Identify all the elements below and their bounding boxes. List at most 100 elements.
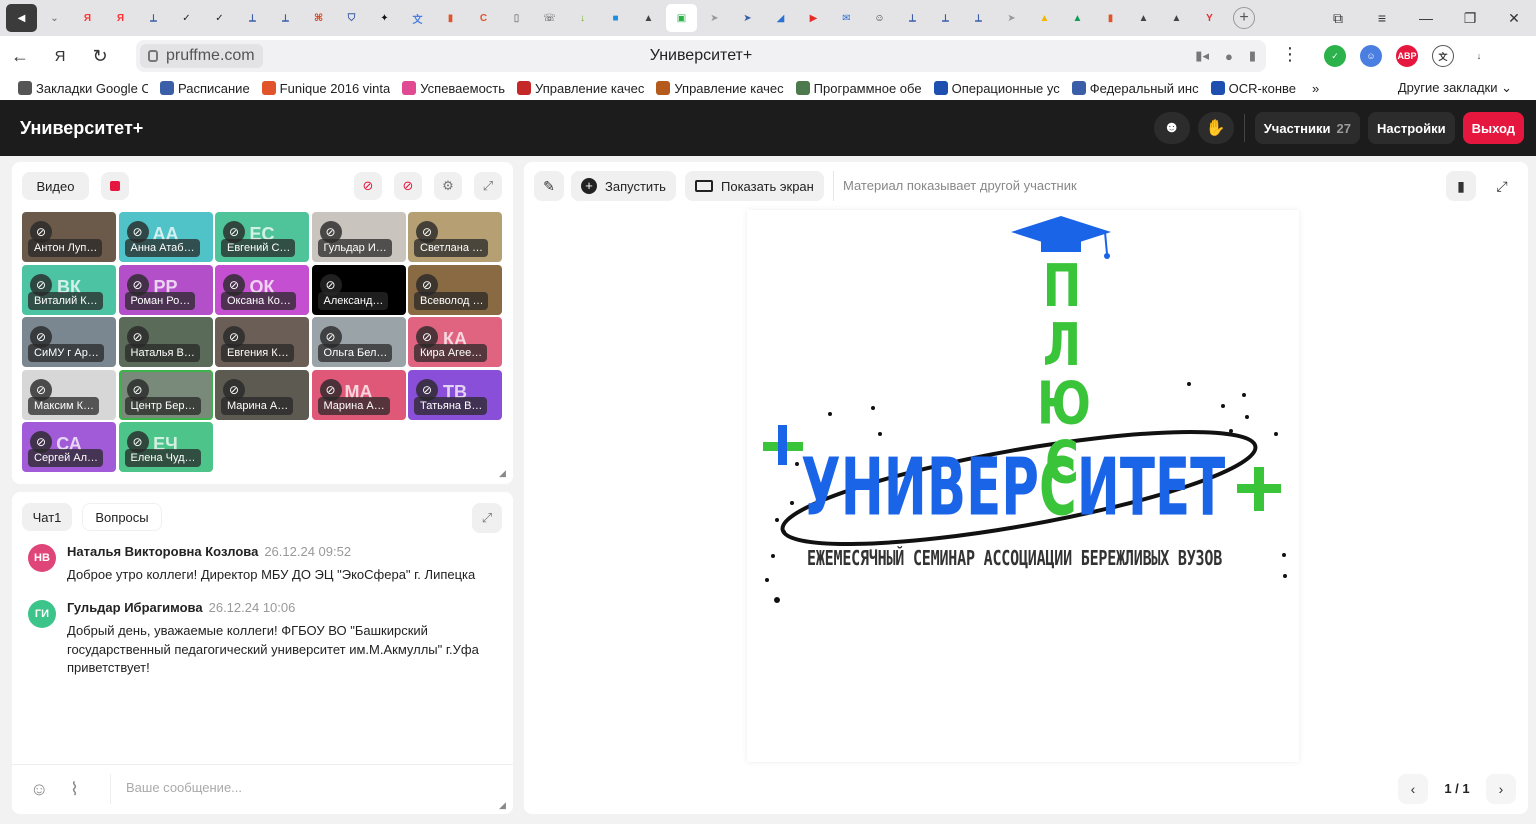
browser-tab[interactable]: ⟂ xyxy=(237,4,268,32)
camera-off-button[interactable]: ⊘ xyxy=(354,172,382,200)
browser-tab[interactable]: C xyxy=(468,4,499,32)
translate-extension-icon[interactable]: 文 xyxy=(1432,45,1454,67)
browser-tab[interactable]: ☏ xyxy=(534,4,565,32)
mic-off-button[interactable]: ⊘ xyxy=(394,172,422,200)
adblock-extension-icon[interactable]: ABP xyxy=(1396,45,1418,67)
bookmark-item[interactable]: Успеваемость xyxy=(402,81,505,96)
browser-tab[interactable]: ▲ xyxy=(1161,4,1192,32)
browser-tab[interactable]: ↓ xyxy=(567,4,598,32)
bookmark-item[interactable]: Операционные ус xyxy=(933,81,1060,96)
bookmark-slide-button[interactable]: ▮ xyxy=(1446,171,1476,201)
browser-tab[interactable]: ▶ xyxy=(798,4,829,32)
other-bookmarks[interactable]: Другие закладки ⌄ xyxy=(1398,76,1512,100)
participant-tile[interactable]: ТВ ⊘ Татьяна В… xyxy=(408,369,502,420)
browser-tab[interactable]: ⛉ xyxy=(336,4,367,32)
participant-tile[interactable]: ⊘ Марина А… xyxy=(215,369,309,420)
emoji-reaction-button[interactable]: ☻ xyxy=(1153,112,1190,144)
expand-video-button[interactable]: ⤢ xyxy=(474,172,502,200)
resize-handle[interactable]: ◢ xyxy=(499,468,506,479)
browser-tab[interactable]: ⌄ xyxy=(39,4,70,32)
robot-extension-icon[interactable]: ☺ xyxy=(1360,45,1382,67)
next-page-button[interactable]: › xyxy=(1486,774,1516,804)
browser-tab[interactable]: ⟂ xyxy=(270,4,301,32)
browser-tab[interactable]: ▲ xyxy=(1128,4,1159,32)
restore-icon[interactable]: ❐ xyxy=(1448,10,1492,27)
participant-tile[interactable]: ОК ⊘ Оксана Ко… xyxy=(215,264,309,315)
participant-tile[interactable]: ЕЧ ⊘ Елена Чуд… xyxy=(118,422,213,472)
bookmark-item[interactable]: Программное обе xyxy=(795,81,922,96)
participant-tile[interactable]: ⊘ Наталья В… xyxy=(118,317,213,367)
bookmark-item[interactable]: OCR-конве xyxy=(1210,81,1296,96)
participants-button[interactable]: Участники 27 xyxy=(1254,112,1360,144)
browser-tab[interactable]: ⟂ xyxy=(930,4,961,32)
participant-tile[interactable]: ЕС ⊘ Евгений С… xyxy=(215,212,309,262)
participant-tile[interactable]: ⊘ Светлана … xyxy=(408,212,502,262)
fullscreen-button[interactable]: ⤢ xyxy=(1487,171,1517,201)
browser-tab[interactable]: ✓ xyxy=(171,4,202,32)
browser-tab[interactable]: Y xyxy=(1194,4,1225,32)
bookmark-item[interactable]: Управление качес xyxy=(517,81,644,96)
download-icon[interactable]: ↓ xyxy=(1468,45,1490,67)
browser-tab[interactable]: ⟂ xyxy=(897,4,928,32)
video-settings-button[interactable]: ⚙ xyxy=(434,172,462,200)
participant-tile[interactable]: ⊘ Всеволод … xyxy=(408,264,502,315)
bookmark-item[interactable]: Федеральный инс xyxy=(1071,81,1199,96)
attach-icon[interactable]: ⌇ xyxy=(70,779,79,800)
participant-tile[interactable]: ⊘ Александ… xyxy=(311,264,406,315)
yandex-home-icon[interactable]: Я xyxy=(40,48,80,65)
browser-tab[interactable]: ✦ xyxy=(369,4,400,32)
browser-tab[interactable]: ✉ xyxy=(831,4,862,32)
tab-chat[interactable]: Чат1 xyxy=(22,503,72,531)
bookmark-item[interactable]: Управление качес xyxy=(656,81,784,96)
raise-hand-button[interactable]: ✋ xyxy=(1197,112,1234,144)
minimize-icon[interactable]: — xyxy=(1404,10,1448,26)
browser-tab[interactable]: ▲ xyxy=(1062,4,1093,32)
browser-tab[interactable]: ▣ xyxy=(666,4,697,32)
browser-tab[interactable]: ➤ xyxy=(732,4,763,32)
browser-tab[interactable]: ▮ xyxy=(1095,4,1126,32)
reload-icon[interactable]: ↻ xyxy=(80,46,120,67)
tab-questions[interactable]: Вопросы xyxy=(82,503,162,531)
browser-tab[interactable]: Я xyxy=(105,4,136,32)
browser-tab[interactable]: ➤ xyxy=(996,4,1027,32)
browser-tab[interactable]: ⟂ xyxy=(963,4,994,32)
emoji-icon[interactable]: ☺ xyxy=(30,779,48,800)
bookmarks-more[interactable]: » xyxy=(1312,81,1319,96)
participant-tile[interactable]: ⊘ Евгения К… xyxy=(215,317,309,367)
bookmark-item[interactable]: Расписание xyxy=(160,81,250,96)
resize-handle[interactable]: ◢ xyxy=(499,800,506,811)
participant-tile[interactable]: СА ⊘ Сергей Ал… xyxy=(22,422,116,472)
participant-tile[interactable]: КА ⊘ Кира Агее… xyxy=(408,317,502,367)
browser-tab[interactable]: ◢ xyxy=(765,4,796,32)
browser-tab[interactable]: ▮ xyxy=(435,4,466,32)
browser-tab[interactable]: ⌘ xyxy=(303,4,334,32)
browser-tab[interactable]: ✓ xyxy=(204,4,235,32)
microphone-icon[interactable]: ● xyxy=(1225,49,1233,64)
participant-tile[interactable]: ⊘ СиМУ г Ар… xyxy=(22,317,116,367)
more-icon[interactable]: ⋮ xyxy=(1270,44,1310,65)
share-screen-button[interactable]: Показать экран xyxy=(685,171,824,201)
brush-button[interactable]: ✎ xyxy=(534,171,564,201)
new-tab-icon[interactable]: + xyxy=(1233,7,1255,29)
exit-button[interactable]: Выход xyxy=(1462,112,1524,144)
menu-icon[interactable]: ≡ xyxy=(1360,10,1404,26)
close-icon[interactable]: ✕ xyxy=(1492,10,1536,27)
browser-tab[interactable]: ▲ xyxy=(633,4,664,32)
chat-input[interactable]: Ваше сообщение... xyxy=(126,780,242,795)
camera-icon[interactable]: ▮◂ xyxy=(1195,48,1209,64)
browser-tab[interactable]: Я xyxy=(72,4,103,32)
participant-tile[interactable]: ВК ⊘ Виталий К… xyxy=(22,264,116,315)
browser-tab[interactable]: ▯ xyxy=(501,4,532,32)
participant-tile[interactable]: ⊘ Центр Бер… xyxy=(118,369,213,420)
participant-tile[interactable]: РР ⊘ Роман Ро… xyxy=(118,264,213,315)
browser-tab[interactable]: ☺ xyxy=(864,4,895,32)
bookmark-icon[interactable]: ▮ xyxy=(1249,48,1256,64)
run-button[interactable]: + Запустить xyxy=(571,171,676,201)
back-icon[interactable]: ← xyxy=(0,46,40,67)
url-field[interactable]: pruffme.com Университет+ ▮◂ ● ▮ xyxy=(136,40,1266,72)
tab-search-icon[interactable]: ⧉ xyxy=(1316,10,1360,27)
participant-tile[interactable]: ⊘ Ольга Бел… xyxy=(311,317,406,367)
record-button[interactable] xyxy=(101,172,129,200)
shield-extension-icon[interactable]: ✓ xyxy=(1324,45,1346,67)
participant-tile[interactable]: ⊘ Максим К… xyxy=(22,369,116,420)
